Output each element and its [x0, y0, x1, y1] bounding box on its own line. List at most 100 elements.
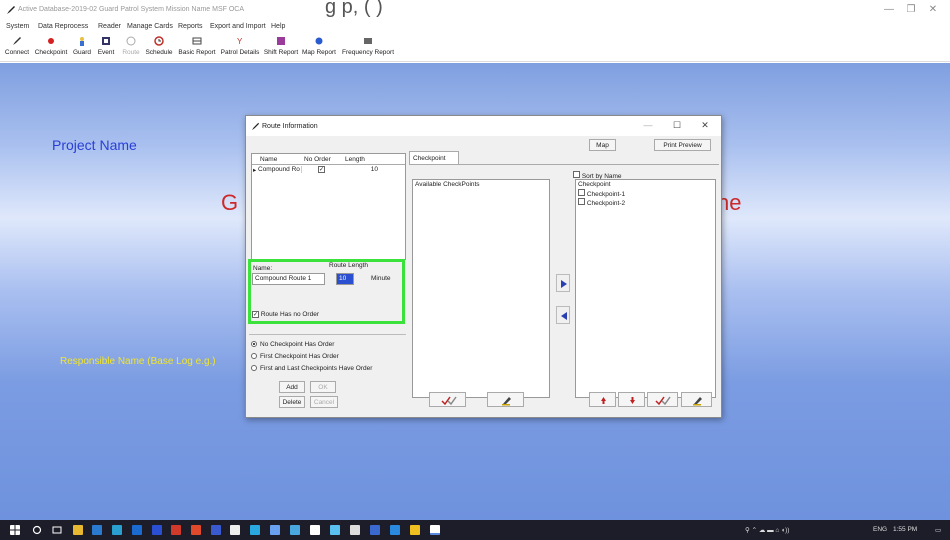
task-view-icon[interactable] [52, 525, 62, 535]
remove-checkpoint-button[interactable] [556, 306, 570, 324]
clear-selected-button[interactable] [681, 392, 712, 407]
app-icon[interactable] [211, 525, 221, 535]
available-checkpoints-list[interactable]: Available CheckPoints [412, 179, 550, 398]
row-no-order-checkbox[interactable]: ✓ [318, 166, 325, 173]
clock-icon [154, 36, 164, 46]
patrol-details-button[interactable]: Y Patrol Details [219, 36, 261, 56]
arrow-up-icon [601, 397, 606, 404]
print-preview-button[interactable]: Print Preview [654, 139, 711, 151]
route-name-input[interactable]: Compound Route 1 [252, 273, 325, 285]
delete-button[interactable]: Delete [279, 396, 305, 408]
grid-header-no-order: No Order [304, 156, 331, 163]
menu-reports[interactable]: Reports [178, 23, 203, 30]
arrow-down-icon [630, 397, 635, 404]
overlay-title: g p, ( ) [325, 0, 383, 18]
app-icon[interactable] [191, 525, 201, 535]
selected-checkpoints-list[interactable]: Checkpoint Checkpoint-1 Checkpoint-2 [575, 179, 716, 398]
radio-no-checkpoint-order[interactable]: No Checkpoint Has Order [251, 341, 334, 348]
row-name-cell[interactable]: Compound Ro [258, 166, 302, 173]
language-indicator[interactable]: ENG [873, 526, 887, 533]
app-icon[interactable] [112, 525, 122, 535]
add-checkpoint-button[interactable] [556, 274, 570, 292]
basic-report-button[interactable]: Basic Report [177, 36, 217, 56]
checkpoint-list-header: Checkpoint [578, 181, 611, 188]
app-icon[interactable] [350, 525, 360, 535]
app-icon[interactable] [92, 525, 102, 535]
radio-icon [251, 353, 257, 359]
event-button[interactable]: Event [95, 36, 117, 56]
route-length-input[interactable]: 10 [336, 273, 354, 285]
app-icon[interactable] [310, 525, 320, 535]
app-icon[interactable] [132, 525, 142, 535]
minimize-button[interactable]: — [880, 4, 898, 15]
row-length-cell[interactable]: 10 [362, 166, 378, 173]
frequency-report-button[interactable]: Frequency Report [340, 36, 396, 56]
list-item[interactable]: Checkpoint-2 [578, 198, 625, 207]
app-icon[interactable] [290, 525, 300, 535]
dialog-close-button[interactable]: ✕ [698, 120, 712, 131]
checkpoint-button[interactable]: Checkpoint [33, 36, 69, 56]
tab-checkpoint[interactable]: Checkpoint [409, 151, 459, 165]
app-icon[interactable] [171, 525, 181, 535]
person-icon [80, 37, 84, 46]
menu-help[interactable]: Help [271, 23, 285, 30]
tray-icons[interactable]: ⚲ ⌃ ☁ ▬ ⌂ ◖)) [745, 526, 789, 534]
guard-button[interactable]: Guard [71, 36, 93, 56]
guard-patrol-taskbar-icon[interactable] [430, 525, 440, 535]
browser-icon[interactable] [390, 525, 400, 535]
cancel-button[interactable]: Cancel [310, 396, 338, 408]
notification-icon[interactable]: ▭ [935, 526, 941, 534]
clear-available-button[interactable] [487, 392, 524, 407]
menu-data-reprocess[interactable]: Data Reprocess [38, 23, 88, 30]
clock[interactable]: 1:55 PM [893, 526, 917, 533]
arrow-left-icon [561, 312, 567, 320]
dialog-maximize-button[interactable]: ☐ [670, 120, 684, 131]
app-icon[interactable] [270, 525, 280, 535]
map-report-button[interactable]: Map Report [301, 36, 337, 56]
app-icon[interactable] [152, 525, 162, 535]
double-check-icon [655, 396, 671, 406]
ok-button[interactable]: OK [310, 381, 336, 393]
menu-reader[interactable]: Reader [98, 23, 121, 30]
check-all-available-button[interactable] [429, 392, 466, 407]
start-windows-icon[interactable] [10, 525, 20, 535]
grid-header-name: Name [260, 156, 278, 163]
check-all-selected-button[interactable] [647, 392, 678, 407]
radio-first-checkpoint-order[interactable]: First Checkpoint Has Order [251, 353, 339, 360]
menu-manage-cards[interactable]: Manage Cards [127, 23, 173, 30]
route-button[interactable]: Route [120, 36, 142, 56]
dialog-pen-icon [251, 122, 260, 131]
close-button[interactable]: ✕ [924, 4, 942, 15]
app-icon[interactable] [330, 525, 340, 535]
schedule-button[interactable]: Schedule [144, 36, 174, 56]
details-icon: Y [237, 37, 243, 46]
event-icon [102, 37, 110, 45]
menu-system[interactable]: System [6, 23, 29, 30]
svg-text:Y: Y [237, 37, 243, 46]
add-button[interactable]: Add [279, 381, 305, 393]
shift-report-button[interactable]: Shift Report [263, 36, 299, 56]
maximize-button[interactable]: ❐ [902, 4, 920, 15]
list-item[interactable]: Checkpoint-1 [578, 189, 625, 198]
move-up-button[interactable] [589, 392, 616, 407]
connect-button[interactable]: Connect [3, 36, 31, 56]
table-row[interactable]: ▸ Compound Ro ✓ 10 [252, 165, 407, 175]
dialog-minimize-button[interactable]: — [641, 120, 655, 130]
move-down-button[interactable] [618, 392, 645, 407]
search-icon[interactable] [32, 525, 42, 535]
map-button[interactable]: Map [589, 139, 616, 151]
menu-bar: System Data Reprocess Reader Manage Card… [0, 22, 950, 34]
menu-export-import[interactable]: Export and Import [210, 23, 266, 30]
app-icon[interactable] [370, 525, 380, 535]
app-icon[interactable] [230, 525, 240, 535]
dot-icon [48, 38, 54, 44]
radio-first-last-order[interactable]: First and Last Checkpoints Have Order [251, 365, 372, 372]
frequency-icon [364, 38, 372, 44]
no-order-checkbox[interactable]: ✓ Route Has no Order [252, 311, 319, 318]
app-icon[interactable] [250, 525, 260, 535]
app-icon[interactable] [410, 525, 420, 535]
available-checkpoints-header: Available CheckPoints [415, 181, 480, 188]
file-explorer-icon[interactable] [73, 525, 83, 535]
project-name-label: Project Name [52, 137, 137, 153]
route-length-label: Route Length [329, 262, 369, 269]
